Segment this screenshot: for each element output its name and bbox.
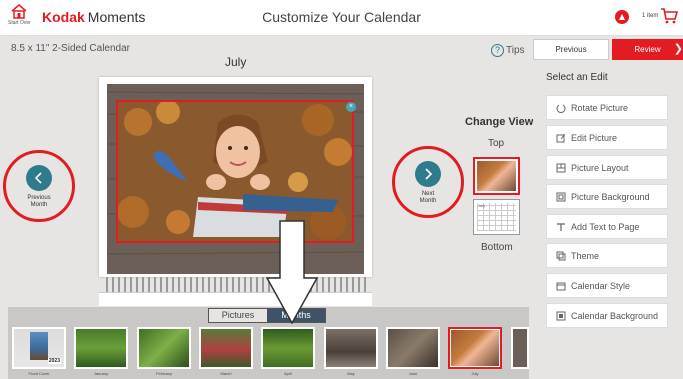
month-thumb-may[interactable] <box>324 327 378 369</box>
product-name: 8.5 x 11" 2-Sided Calendar <box>11 43 130 54</box>
review-label: Review <box>634 45 661 54</box>
calendar-background-label: Calendar Background <box>571 311 659 321</box>
previous-month-label: Previous Month <box>27 195 51 208</box>
month-thumb-next-partial[interactable] <box>511 327 529 369</box>
month-thumb-april[interactable] <box>261 327 315 369</box>
layout-icon <box>556 163 566 173</box>
picture-background-label: Picture Background <box>571 192 650 202</box>
arrow-down-icon <box>266 220 318 324</box>
month-thumb-march[interactable] <box>199 327 253 369</box>
picture-layout-label: Picture Layout <box>571 163 629 173</box>
header: Start Over Kodak Moments Customize Your C… <box>0 0 683 36</box>
calendar-style-label: Calendar Style <box>571 281 631 291</box>
alert-icon[interactable] <box>615 10 629 24</box>
theme-button[interactable]: Theme <box>546 243 668 268</box>
thumb-month: July <box>478 203 486 208</box>
previous-month-button[interactable]: Previous Month <box>3 150 75 222</box>
rotate-icon <box>556 104 566 113</box>
cart-count[interactable]: 1 item <box>642 13 658 19</box>
july-label: July <box>471 371 479 376</box>
calendar-background-button[interactable]: Calendar Background <box>546 303 668 328</box>
view-bottom-thumbnail[interactable]: July <box>473 199 520 235</box>
chevron-left-icon <box>26 165 52 191</box>
next-month-label: Next Month <box>419 191 437 204</box>
select-edit-title: Select an Edit <box>546 72 608 83</box>
front-cover-year: 2023 <box>47 358 61 364</box>
june-label: June <box>408 371 418 376</box>
edit-picture-label: Edit Picture <box>571 133 618 143</box>
may-label: May <box>347 371 355 376</box>
chevron-right-icon: ❯ <box>673 43 683 55</box>
view-bottom-label: Bottom <box>481 242 513 253</box>
page-title: Customize Your Calendar <box>262 9 421 25</box>
add-text-button[interactable]: Add Text to Page <box>546 214 668 239</box>
calendar-page: × <box>99 77 372 277</box>
previous-button[interactable]: Previous <box>533 39 609 60</box>
edit-icon <box>556 133 566 143</box>
month-thumb-february[interactable] <box>137 327 191 369</box>
calendar-bottom-page <box>99 292 372 306</box>
rotate-picture-label: Rotate Picture <box>571 103 629 113</box>
change-view-title: Change View <box>465 116 534 128</box>
front-cover-label: Front Cover <box>28 371 50 376</box>
picture-layout-button[interactable]: Picture Layout <box>546 155 668 180</box>
april-label: April <box>283 371 292 376</box>
view-top-label: Top <box>488 138 505 149</box>
rotate-picture-button[interactable]: Rotate Picture <box>546 95 668 120</box>
tips-label: Tips <box>506 45 525 57</box>
photo-close-icon[interactable]: × <box>346 102 356 112</box>
view-top-thumbnail[interactable] <box>473 157 520 195</box>
month-thumb-july[interactable] <box>448 327 502 369</box>
next-month-button[interactable]: Next Month <box>392 146 464 218</box>
theme-label: Theme <box>571 251 600 261</box>
help-icon: ? <box>491 44 504 57</box>
march-label: March <box>220 371 232 376</box>
edit-picture-button[interactable]: Edit Picture <box>546 125 668 150</box>
review-button[interactable]: Review ❯ <box>612 39 683 60</box>
calendar-photo[interactable] <box>116 100 354 243</box>
february-label: February <box>155 371 172 376</box>
tips-button[interactable]: ? Tips <box>491 44 525 57</box>
text-icon <box>557 223 565 231</box>
tab-pictures[interactable]: Pictures <box>209 309 267 322</box>
picture-background-button[interactable]: Picture Background <box>546 184 668 209</box>
theme-icon <box>556 251 566 261</box>
month-title: July <box>225 55 247 69</box>
chevron-right-icon <box>415 161 441 187</box>
background-icon <box>556 192 566 202</box>
january-label: January <box>93 371 109 376</box>
month-thumb-june[interactable] <box>386 327 440 369</box>
calendar-style-icon <box>556 282 566 291</box>
calendar-style-button[interactable]: Calendar Style <box>546 273 668 298</box>
month-thumb-front-cover[interactable]: 2023 <box>12 327 66 369</box>
month-thumb-january[interactable] <box>74 327 128 369</box>
calendar-background-icon <box>556 311 566 321</box>
add-text-label: Add Text to Page <box>571 222 640 232</box>
cart-icon[interactable] <box>660 7 678 25</box>
wood-background: × <box>107 84 364 274</box>
calendar-spiral <box>102 277 370 293</box>
